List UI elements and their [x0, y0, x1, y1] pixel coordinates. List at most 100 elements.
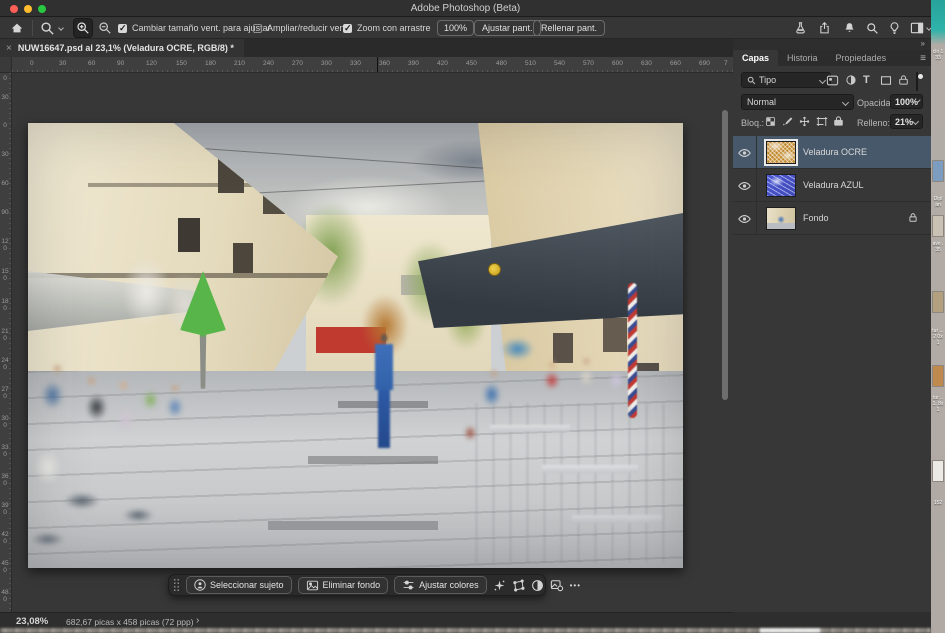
layer-thumbnail[interactable] — [766, 141, 796, 164]
adjustment-half-circle-icon[interactable] — [531, 577, 544, 593]
option-checkbox[interactable]: Ampliar/reducir vent. — [253, 17, 350, 39]
workspace-switcher[interactable] — [910, 17, 931, 39]
vertical-ruler[interactable]: 0 30 0 30 60 90 120 150 180 210 240 270 … — [0, 73, 12, 612]
filter-smart-objects-icon[interactable] — [898, 74, 909, 86]
option-checkbox[interactable]: Zoom con arrastre — [343, 17, 431, 39]
layer-visibility-eye-icon[interactable] — [733, 202, 757, 235]
filter-pixel-layers-icon[interactable] — [826, 75, 839, 86]
desktop-icon[interactable]: ave .35 — [932, 241, 944, 253]
notifications-bell-icon[interactable] — [843, 17, 856, 39]
filter-toggle[interactable] — [916, 72, 918, 91]
layer-visibility-eye-icon[interactable] — [733, 169, 757, 202]
dock-header: » — [733, 39, 931, 50]
desktop-icon[interactable] — [932, 160, 944, 182]
lock-all-icon[interactable] — [833, 115, 844, 127]
lock-transparency-icon[interactable] — [765, 116, 776, 127]
layer-row[interactable]: Fondo — [733, 202, 931, 235]
layer-filter-select[interactable]: Tipo — [741, 72, 831, 88]
desktop-thumbnail — [932, 160, 944, 182]
title-bar: Adobe Photoshop (Beta) — [0, 0, 931, 17]
layer-visibility-eye-icon[interactable] — [733, 136, 757, 169]
ruler-label: 210 — [1, 329, 9, 342]
horizontal-ruler[interactable]: 0 30 60 90 120 150 180 210 240 270 300 3… — [12, 57, 733, 73]
ruler-label: 570 — [583, 60, 594, 67]
desktop-icon[interactable]: 152 — [932, 500, 944, 506]
zoom-percent-field[interactable]: 100% — [437, 17, 474, 39]
zoom-tool-preset[interactable] — [40, 17, 63, 39]
ruler-label: 690 — [699, 60, 710, 67]
home-button[interactable] — [10, 17, 24, 39]
expand-panels-icon[interactable]: » — [921, 39, 924, 48]
fit-screen-button[interactable]: Ajustar pant. — [474, 17, 541, 39]
filter-shape-layers-icon[interactable] — [880, 75, 892, 86]
layer-name[interactable]: Veladura OCRE — [803, 147, 867, 157]
layer-row[interactable]: Veladura AZUL — [733, 169, 931, 202]
ruler-label: 0 — [1, 123, 9, 130]
desktop-icon[interactable] — [932, 460, 944, 482]
drag-handle[interactable] — [173, 578, 180, 592]
search-icon[interactable] — [866, 17, 879, 39]
desktop-icon[interactable] — [932, 215, 944, 237]
share-icon[interactable] — [818, 17, 831, 39]
options-bar: Cambiar tamaño vent. para ajustar Amplia… — [0, 17, 931, 39]
layer-thumbnail[interactable] — [766, 174, 796, 197]
desktop-icon[interactable]: clo 133 — [932, 49, 944, 61]
desktop-icon[interactable] — [932, 365, 944, 387]
checkbox-icon[interactable] — [253, 24, 262, 33]
blend-mode-select[interactable]: Normal — [741, 94, 854, 110]
canvas-photo[interactable] — [28, 123, 683, 568]
adjust-colors-button[interactable]: Ajustar colores — [394, 576, 487, 594]
lock-position-icon[interactable] — [799, 116, 810, 127]
ruler-label: 660 — [670, 60, 681, 67]
desktop-icon[interactable]: tur ...2 0x1 — [932, 328, 944, 346]
desktop-icon[interactable]: tur ..1. 8x1 — [932, 395, 944, 413]
ruler-label: 510 — [525, 60, 536, 67]
discover-lightbulb-icon[interactable] — [888, 17, 901, 39]
checkbox-label: Cambiar tamaño vent. para ajustar — [132, 23, 271, 33]
ruler-label: 600 — [612, 60, 623, 67]
option-checkbox[interactable]: Cambiar tamaño vent. para ajustar — [118, 17, 271, 39]
document-tab[interactable]: × NUW16647.psd al 23,1% (Veladura OCRE, … — [0, 39, 244, 57]
more-options-icon[interactable]: ••• — [570, 577, 581, 593]
ruler-label: 390 — [1, 503, 9, 516]
fill-field[interactable]: 21% — [890, 114, 923, 129]
ruler-label: 60 — [1, 181, 9, 188]
desktop-icon[interactable]: Dipl an — [932, 196, 944, 208]
zoom-out-tool-button[interactable] — [98, 17, 112, 39]
desktop-icon[interactable] — [932, 291, 944, 313]
filter-type-layers-icon[interactable]: T — [863, 74, 870, 86]
lock-pixels-brush-icon[interactable] — [782, 116, 793, 127]
generative-sparkle-icon[interactable] — [493, 577, 506, 593]
layer-thumbnail[interactable] — [766, 207, 796, 230]
layer-name[interactable]: Veladura AZUL — [803, 180, 864, 190]
transform-icon[interactable] — [512, 577, 525, 593]
layer-name[interactable]: Fondo — [803, 213, 829, 223]
panel-menu-icon[interactable]: ≡ — [920, 53, 926, 64]
document-tab-title: NUW16647.psd al 23,1% (Veladura OCRE, RG… — [18, 43, 234, 53]
panel-tab[interactable]: Propiedades — [827, 50, 896, 66]
vertical-scrollbar[interactable] — [722, 110, 728, 400]
zoom-level[interactable]: 23,08% — [16, 616, 48, 627]
checkbox-icon[interactable] — [118, 24, 127, 33]
select-subject-button[interactable]: Seleccionar sujeto — [186, 576, 292, 594]
panel-tab[interactable]: Capas — [733, 50, 778, 66]
status-chevron-icon[interactable]: › — [196, 615, 199, 626]
checkbox-icon[interactable] — [343, 24, 352, 33]
zoom-in-tool-button[interactable] — [74, 17, 92, 39]
panel-tab[interactable]: Historia — [778, 50, 827, 66]
fill-screen-button[interactable]: Rellenar pant. — [533, 17, 605, 39]
filter-adjustment-layers-icon[interactable] — [845, 74, 857, 86]
ruler-label: 240 — [1, 358, 9, 371]
opacity-field[interactable]: 100% — [890, 94, 923, 109]
ruler-label: 90 — [1, 210, 9, 217]
remove-background-button[interactable]: Eliminar fondo — [298, 577, 389, 594]
ruler-label: 180 — [205, 60, 216, 67]
image-settings-icon[interactable] — [550, 577, 564, 593]
beta-flask-icon[interactable] — [794, 17, 807, 39]
lock-artboard-icon[interactable] — [816, 116, 828, 127]
photo-vignette — [28, 123, 683, 568]
close-tab-icon[interactable]: × — [6, 43, 12, 54]
layer-row[interactable]: Veladura OCRE — [733, 136, 931, 169]
desktop-thumbnail — [932, 215, 944, 237]
checkbox-label: Ampliar/reducir vent. — [267, 23, 350, 33]
